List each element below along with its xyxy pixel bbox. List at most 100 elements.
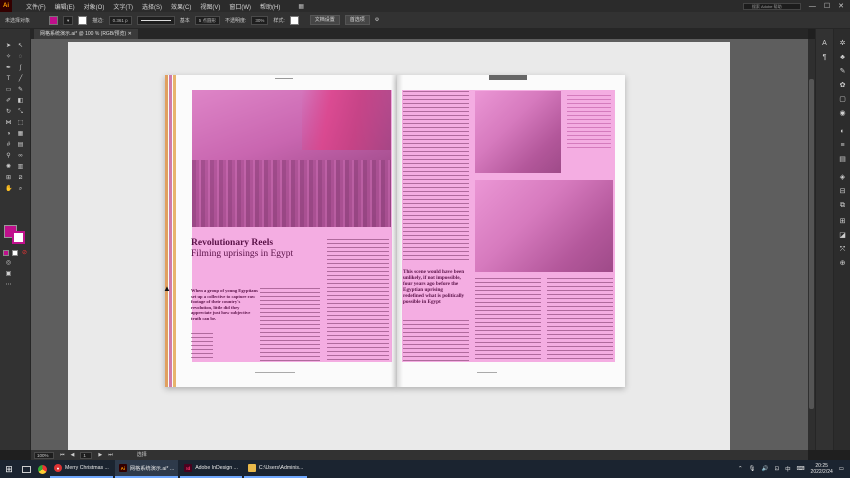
selection-tool-icon[interactable]: ➤ bbox=[5, 43, 12, 50]
search-input[interactable]: 搜索 Adobe 帮助 bbox=[742, 2, 801, 10]
line-tool-icon[interactable]: ╱ bbox=[17, 76, 24, 83]
draw-mode-icon[interactable]: ◎ bbox=[5, 260, 12, 267]
previous-artboard-icon[interactable]: ◀ bbox=[71, 450, 75, 460]
menu-edit[interactable]: 编辑(E) bbox=[55, 2, 75, 11]
task-view-icon[interactable] bbox=[18, 460, 34, 478]
graph-tool-icon[interactable]: ▥ bbox=[17, 164, 24, 171]
menu-type[interactable]: 文字(T) bbox=[113, 2, 133, 11]
menu-select[interactable]: 选择(S) bbox=[142, 2, 162, 11]
first-artboard-icon[interactable]: ⏮ bbox=[60, 450, 65, 460]
stroke-profile-dropdown[interactable] bbox=[136, 15, 175, 25]
brushes-panel-icon[interactable]: ✎ bbox=[838, 67, 847, 76]
taskbar-app-indesign[interactable]: Id Adobe InDesign ... bbox=[180, 460, 242, 478]
glyphs-panel-icon[interactable]: ⊕ bbox=[838, 259, 847, 268]
minimize-button[interactable]: — bbox=[809, 3, 816, 10]
symbol-sprayer-icon[interactable]: ✺ bbox=[5, 164, 12, 171]
links-panel-icon[interactable]: ⧉ bbox=[838, 201, 847, 210]
width-tool-icon[interactable]: ⋈ bbox=[5, 120, 12, 127]
fill-swatch[interactable] bbox=[49, 15, 59, 25]
menu-effect[interactable]: 效果(C) bbox=[171, 2, 191, 11]
scrollbar-thumb[interactable] bbox=[809, 79, 814, 409]
paragraph-panel-icon[interactable]: ¶ bbox=[820, 53, 829, 62]
menu-object[interactable]: 对象(O) bbox=[84, 2, 105, 11]
artboard-number-input[interactable]: 1 bbox=[80, 451, 93, 459]
show-hidden-icon[interactable]: ⌃ bbox=[738, 466, 743, 472]
gradient-panel-icon[interactable]: ▤ bbox=[838, 155, 847, 164]
artboard-tool-icon[interactable]: ⊞ bbox=[5, 175, 12, 182]
mesh-tool-icon[interactable]: # bbox=[5, 142, 12, 149]
chrome-icon[interactable] bbox=[34, 460, 50, 478]
taskbar-app-illustrator[interactable]: Ai 网格系统演示.ai* ... bbox=[114, 460, 179, 478]
grid-icon[interactable]: ▦ bbox=[298, 3, 304, 10]
eyedropper-tool-icon[interactable]: ⚲ bbox=[5, 153, 12, 160]
symbols-panel-icon[interactable]: ✿ bbox=[838, 81, 847, 90]
free-transform-icon[interactable]: ⬚ bbox=[17, 120, 24, 127]
color-mode-icon[interactable] bbox=[3, 250, 9, 256]
brush-dropdown[interactable]: 5 点圆形 bbox=[194, 15, 220, 25]
clock[interactable]: 20:25 2022/2/24 bbox=[811, 463, 833, 475]
notification-icon[interactable]: ▭ bbox=[839, 466, 844, 472]
gradient-tool-icon[interactable]: ▤ bbox=[17, 142, 24, 149]
pathfinder-panel-icon[interactable]: ◪ bbox=[838, 231, 847, 240]
maximize-button[interactable]: ☐ bbox=[824, 2, 830, 10]
next-artboard-icon[interactable]: ▶ bbox=[98, 450, 102, 460]
last-artboard-icon[interactable]: ⏭ bbox=[108, 450, 113, 460]
fill-dropdown[interactable]: ▾ bbox=[63, 15, 74, 25]
direct-selection-tool-icon[interactable]: ↖ bbox=[17, 43, 24, 50]
color-panel-icon[interactable]: ✲ bbox=[838, 39, 847, 48]
microphone-icon[interactable]: 🎙 bbox=[749, 466, 756, 472]
blend-tool-icon[interactable]: ∞ bbox=[17, 153, 24, 160]
shaper-tool-icon[interactable]: ✐ bbox=[5, 98, 12, 105]
windows-start-icon[interactable]: ⊞ bbox=[0, 460, 18, 478]
pen-tool-icon[interactable]: ✒ bbox=[5, 65, 12, 72]
screen-mode-icon[interactable]: ▣ bbox=[5, 271, 12, 278]
menu-view[interactable]: 视图(V) bbox=[200, 2, 220, 11]
character-panel-icon[interactable]: A bbox=[820, 39, 829, 48]
swatches-panel-icon[interactable]: ♣ bbox=[838, 53, 847, 62]
arrange-icon[interactable]: ⚙ bbox=[375, 17, 379, 23]
transform-panel-icon[interactable]: ⤧ bbox=[838, 245, 847, 254]
input-method-icon[interactable]: ⌨ bbox=[797, 466, 805, 472]
close-tab-icon[interactable]: ✕ bbox=[128, 31, 132, 37]
appearance-panel-icon[interactable]: ◉ bbox=[838, 109, 847, 118]
scale-tool-icon[interactable]: ⤡ bbox=[17, 109, 24, 116]
magazine-spread-image[interactable]: Revolutionary Reels Filming uprisings in… bbox=[165, 75, 625, 387]
style-swatch[interactable] bbox=[289, 15, 299, 25]
document-tab[interactable]: 网格系统演示.ai* @ 100 % (RGB/预览) ✕ bbox=[34, 29, 138, 39]
perspective-grid-icon[interactable]: ▦ bbox=[17, 131, 24, 138]
type-tool-icon[interactable]: T bbox=[5, 76, 12, 83]
stroke-color-swatch[interactable] bbox=[12, 231, 25, 244]
language-indicator[interactable]: 中 bbox=[785, 465, 791, 473]
rectangle-tool-icon[interactable]: ▭ bbox=[5, 87, 12, 94]
hand-tool-icon[interactable]: ✋ bbox=[5, 186, 12, 193]
lasso-tool-icon[interactable]: ◌ bbox=[17, 54, 24, 61]
zoom-level-input[interactable]: 100% bbox=[34, 451, 54, 459]
magic-wand-icon[interactable]: ✧ bbox=[5, 54, 12, 61]
taskbar-app-chrome[interactable]: ● Merry Christmas ... bbox=[50, 460, 113, 478]
shape-builder-icon[interactable]: ◑ bbox=[5, 131, 12, 138]
slice-tool-icon[interactable]: ⧄ bbox=[17, 175, 24, 182]
opacity-input[interactable]: 30% bbox=[251, 15, 269, 25]
curvature-tool-icon[interactable]: ∫ bbox=[17, 65, 24, 72]
menu-help[interactable]: 帮助(H) bbox=[260, 2, 280, 11]
graphic-styles-icon[interactable]: ▢ bbox=[838, 95, 847, 104]
align-panel-icon[interactable]: ⊞ bbox=[838, 217, 847, 226]
zoom-tool-icon[interactable]: ⌕ bbox=[17, 186, 24, 193]
menu-file[interactable]: 文件(F) bbox=[26, 2, 46, 11]
taskbar-app-explorer[interactable]: C:\Users\Adminis... bbox=[243, 460, 308, 478]
artboards-panel-icon[interactable]: ⊟ bbox=[838, 187, 847, 196]
volume-icon[interactable]: 🔊 bbox=[762, 466, 769, 472]
layers-panel-icon[interactable]: ◈ bbox=[838, 173, 847, 182]
paintbrush-tool-icon[interactable]: ✎ bbox=[17, 87, 24, 94]
stroke-panel-icon[interactable]: ≡ bbox=[838, 141, 847, 150]
document-setup-button[interactable]: 文档设置 bbox=[309, 15, 340, 25]
stroke-swatch[interactable] bbox=[78, 15, 88, 25]
network-icon[interactable]: ⊡ bbox=[774, 466, 779, 472]
rotate-tool-icon[interactable]: ↻ bbox=[5, 109, 12, 116]
menu-window[interactable]: 窗口(W) bbox=[229, 2, 251, 11]
close-button[interactable]: ✕ bbox=[838, 2, 844, 10]
vertical-scrollbar[interactable] bbox=[808, 39, 815, 450]
more-tools-icon[interactable]: ⋯ bbox=[5, 282, 12, 289]
transparency-panel-icon[interactable]: ◐ bbox=[838, 127, 847, 136]
none-mode-icon[interactable]: ⊘ bbox=[21, 250, 28, 257]
